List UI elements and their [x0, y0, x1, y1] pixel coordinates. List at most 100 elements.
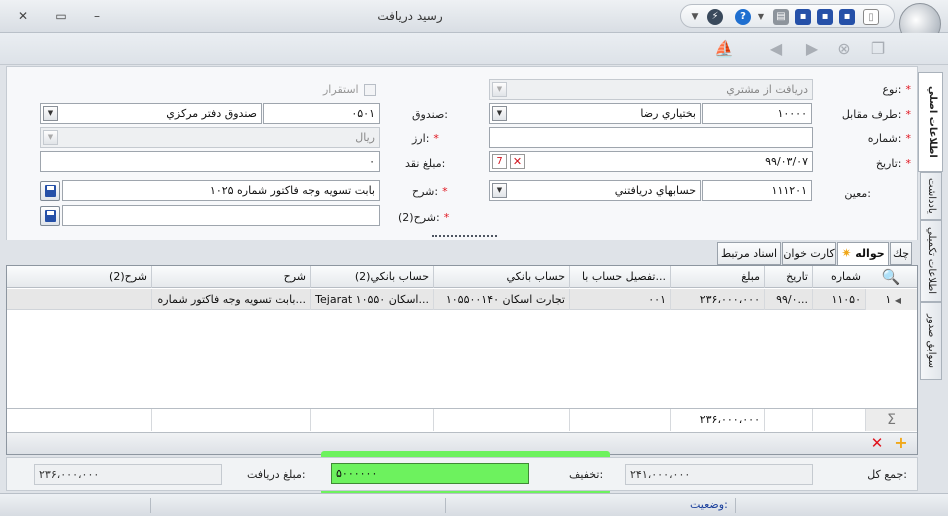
- row-pointer-icon: ◀: [894, 296, 901, 305]
- speed-icon[interactable]: ⚡: [707, 9, 723, 25]
- save-description-icon[interactable]: [40, 181, 60, 201]
- discount-field[interactable]: ۵۰۰۰۰۰۰: [331, 463, 529, 484]
- currency-label: ارز: *: [412, 132, 439, 145]
- col-detail[interactable]: تفصيل حساب با...: [569, 266, 670, 288]
- quick-access-toolbar: ▼ ⚡ ? ▼ ▤ ▪ ▪ ▪ ▯: [680, 4, 895, 28]
- chevron-down-icon[interactable]: ▼: [43, 130, 58, 145]
- close-icon[interactable]: ✕: [12, 7, 34, 25]
- description-label: شرح: *: [412, 185, 448, 198]
- date-field[interactable]: ۹۹/۰۳/۰۷: [489, 151, 813, 172]
- number-field[interactable]: [489, 127, 813, 148]
- title-bar: ✕ ▭ – رسيد دريافت ▼ ⚡ ? ▼ ▤ ▪ ▪ ▪ ▯: [0, 0, 948, 45]
- cell-description: بابت تسويه وجه فاكتور شماره...: [151, 289, 310, 310]
- main-form: نوع: * دریافت از مشتري ▼ استقرار طرف مقاب…: [6, 66, 918, 241]
- side-tab-main-info[interactable]: اطلاعات اصلي: [918, 72, 943, 172]
- minimize-icon[interactable]: –: [86, 7, 108, 25]
- maximize-icon[interactable]: ▭: [50, 7, 72, 25]
- box-code-field[interactable]: ۰۵۰۱: [263, 103, 380, 124]
- save-as-icon[interactable]: ▪: [795, 9, 811, 25]
- tab-check[interactable]: چك: [890, 242, 912, 265]
- number-label: شماره: *: [867, 132, 911, 145]
- total-label: جمع كل:: [867, 468, 907, 481]
- chevron-down-icon[interactable]: ▼: [492, 106, 507, 121]
- table-row[interactable]: ۱ ◀ ۱۱۰۵۰ ۹۹/۰... ۲۳۶،۰۰۰،۰۰۰ ۰۰۱ تجارت …: [7, 289, 917, 310]
- copy-icon[interactable]: ❐: [866, 37, 890, 61]
- col-bank[interactable]: حساب بانكي: [433, 266, 569, 288]
- data-grid: 🔍 شماره تاريخ مبلغ تفصيل حساب با... حساب…: [6, 265, 918, 455]
- sigma-icon: Σ: [865, 409, 917, 431]
- calendar-icon[interactable]: 7: [492, 154, 507, 169]
- chevron-down-icon[interactable]: ▼: [753, 9, 769, 25]
- tab-strip: چك ✷ حواله كارت خوان اسناد مرتبط: [6, 240, 918, 266]
- cell-description2: [7, 289, 151, 310]
- clear-icon[interactable]: ✕: [510, 154, 525, 169]
- status-label: وضعيت:: [690, 498, 728, 511]
- status-bar: وضعيت:: [0, 493, 948, 516]
- counterparty-code-field[interactable]: ۱۰۰۰۰: [702, 103, 812, 124]
- side-tab-history[interactable]: سوابق صدور: [920, 302, 942, 380]
- cell-number: ۱۱۰۵۰: [812, 289, 865, 310]
- window-title: رسيد دريافت: [377, 9, 443, 23]
- type-label: نوع: *: [882, 83, 911, 96]
- col-date[interactable]: تاريخ: [764, 266, 812, 288]
- cell-amount: ۲۳۶،۰۰۰،۰۰۰: [670, 289, 764, 310]
- side-tab-notes[interactable]: يادداشت: [920, 172, 942, 220]
- description-field[interactable]: بابت تسويه وجه فاكتور شماره ۱۰۲۵: [62, 180, 380, 201]
- cash-amount-label: مبلغ نقد:: [405, 157, 446, 170]
- save-icon[interactable]: ▪: [839, 9, 855, 25]
- stability-label: استقرار: [323, 83, 359, 96]
- toolbar: ⛵ ◀ ▶ ⊗ ❐: [0, 33, 948, 65]
- currency-select[interactable]: ريال: [40, 127, 380, 148]
- cell-detail: ۰۰۱: [569, 289, 670, 310]
- chevron-down-icon[interactable]: ▼: [492, 183, 507, 198]
- delete-row-icon[interactable]: ✕: [869, 435, 885, 451]
- add-icon[interactable]: +: [893, 435, 909, 451]
- arrow-left-icon[interactable]: ◀: [764, 37, 788, 61]
- chevron-down-icon[interactable]: ▼: [43, 106, 58, 121]
- description2-label: شرح(2): *: [398, 211, 450, 224]
- grid-summary-row: Σ ۲۳۶،۰۰۰،۰۰۰: [7, 408, 917, 431]
- side-tabs: اطلاعات اصلي يادداشت اطلاعات تكميلي سواب…: [918, 66, 944, 386]
- search-icon[interactable]: 🔍: [865, 266, 917, 288]
- tab-related-docs[interactable]: اسناد مرتبط: [717, 242, 781, 265]
- arrow-right-icon[interactable]: ▶: [800, 37, 824, 61]
- col-description[interactable]: شرح: [151, 266, 310, 288]
- description2-field[interactable]: [62, 205, 380, 226]
- grid-header: 🔍 شماره تاريخ مبلغ تفصيل حساب با... حساب…: [7, 266, 917, 288]
- col-description2[interactable]: شرح(2): [7, 266, 151, 288]
- col-bank2[interactable]: حساب بانكي(2): [310, 266, 433, 288]
- totals-bar: جمع كل: ۲۴۱،۰۰۰،۰۰۰ تخفيف: ۵۰۰۰۰۰۰ مبلغ …: [6, 457, 918, 491]
- box-name-field[interactable]: صندوق دفتر مركزي: [40, 103, 262, 124]
- cell-date: ۹۹/۰...: [764, 289, 812, 310]
- account-label: معين:: [844, 187, 871, 200]
- help-icon[interactable]: ?: [735, 9, 751, 25]
- save-description2-icon[interactable]: [40, 206, 60, 226]
- received-label: مبلغ دريافت:: [247, 468, 306, 481]
- discount-label: تخفيف:: [569, 468, 604, 481]
- type-select[interactable]: دریافت از مشتري: [489, 79, 813, 100]
- cash-amount-field[interactable]: ۰: [40, 151, 380, 172]
- col-number[interactable]: شماره: [812, 266, 865, 288]
- date-label: تاريخ: *: [875, 157, 911, 170]
- cell-bank2: Tejarat اسكان ۱۰۵۵۰...: [310, 289, 433, 310]
- chevron-down-icon[interactable]: ▼: [687, 9, 703, 25]
- box-label: صندوق:: [412, 108, 448, 121]
- account-code-field[interactable]: ۱۱۱۲۰۱: [702, 180, 812, 201]
- tab-card-reader[interactable]: كارت خوان: [782, 242, 836, 265]
- print-icon[interactable]: ▤: [773, 9, 789, 25]
- save-close-icon[interactable]: ▪: [817, 9, 833, 25]
- col-amount[interactable]: مبلغ: [670, 266, 764, 288]
- chevron-down-icon[interactable]: ▼: [492, 82, 507, 97]
- stability-checkbox[interactable]: [364, 84, 376, 96]
- row-index: ۱ ◀: [865, 289, 917, 310]
- total-field: ۲۴۱،۰۰۰،۰۰۰: [625, 464, 813, 485]
- delete-icon[interactable]: ⊗: [832, 37, 856, 61]
- counterparty-label: طرف مقابل: *: [841, 108, 911, 121]
- counterparty-name-field[interactable]: بختياري رضا: [489, 103, 701, 124]
- sun-icon: ✷: [841, 246, 852, 260]
- ship-icon[interactable]: ⛵: [712, 37, 736, 61]
- tab-transfer[interactable]: ✷ حواله: [837, 242, 889, 266]
- account-name-field[interactable]: حسابهاي دريافتني: [489, 180, 701, 201]
- side-tab-extra-info[interactable]: اطلاعات تكميلي: [920, 220, 942, 302]
- new-document-icon[interactable]: ▯: [863, 9, 879, 25]
